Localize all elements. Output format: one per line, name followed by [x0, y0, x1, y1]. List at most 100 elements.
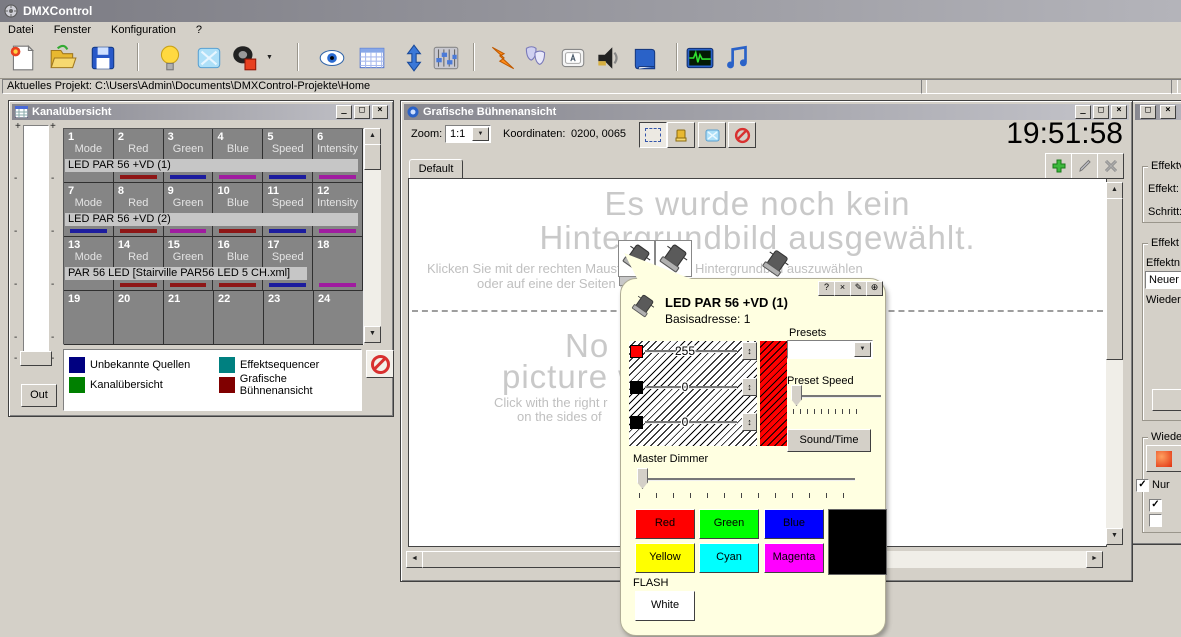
kanal-scrollbar[interactable]: ▲ ▼ [364, 128, 381, 343]
stage-scroll-left-icon[interactable]: ◄ [406, 551, 423, 568]
effects-titlebar[interactable]: □ × [1135, 104, 1181, 120]
audio-player-button-dropdown-icon[interactable]: ▼ [266, 54, 273, 61]
channel-cell-22[interactable]: 22 [214, 291, 264, 344]
save-project-button[interactable] [86, 41, 120, 74]
kanal-close-button[interactable]: × [372, 105, 388, 119]
preset-speed-handle[interactable] [791, 385, 802, 406]
channel-cell-21[interactable]: 21 [164, 291, 214, 344]
app-titlebar[interactable]: DMXControl [0, 0, 1181, 22]
kanal-scroll-thumb[interactable] [364, 144, 381, 170]
color-button-red[interactable]: Red [635, 509, 695, 539]
menu-item-help[interactable]: ? [196, 24, 202, 36]
stage-vscroll-thumb[interactable] [1106, 198, 1123, 360]
zoom-select[interactable]: 1:1 ▼ [445, 125, 491, 143]
channel-cell-4[interactable]: 4Blue [213, 129, 263, 182]
channel-cell-17[interactable]: 17Speed [263, 237, 313, 290]
audio-player-button[interactable] [228, 41, 262, 74]
channel-cell-13[interactable]: 13Mode [64, 237, 114, 290]
effect-name-input[interactable]: Neuer [1145, 271, 1181, 289]
channel-cell-8[interactable]: 8Red [114, 183, 164, 236]
sound-time-button[interactable]: Sound/Time [787, 429, 871, 452]
effects-maximize-button[interactable]: □ [1140, 105, 1156, 119]
color-button-green[interactable]: Green [699, 509, 759, 539]
edit-fixture-button[interactable] [1071, 153, 1098, 179]
channel-slider-3[interactable]: 0↕ [629, 413, 757, 432]
preset-speed-track[interactable] [799, 395, 881, 397]
master-dimmer-handle[interactable] [637, 468, 648, 489]
new-project-button[interactable] [5, 41, 39, 74]
delete-fixture-button[interactable] [1097, 153, 1124, 179]
channel-spinner[interactable]: ↕ [742, 378, 757, 396]
stage-blackout-button[interactable] [728, 122, 756, 148]
color-button-yellow[interactable]: Yellow [635, 543, 695, 573]
submaster-button[interactable] [397, 41, 431, 74]
freeze-button[interactable] [192, 41, 226, 74]
menu-item-datei[interactable]: Datei [8, 24, 34, 36]
popup-pin-button[interactable]: ✎ [850, 281, 867, 296]
stage-freeze-button[interactable] [698, 122, 726, 148]
kanal-minimize-button[interactable]: _ [336, 105, 352, 119]
channel-cell-24[interactable]: 24 [314, 291, 363, 344]
master-fader-handle[interactable] [20, 351, 52, 366]
stage-scroll-down-icon[interactable]: ▼ [1106, 528, 1123, 545]
option-checkbox-3[interactable] [1149, 514, 1162, 527]
fixture-tool-button[interactable] [667, 122, 695, 148]
option-checkbox-2[interactable]: ✓ [1149, 499, 1162, 512]
effect-action-button[interactable] [1152, 389, 1181, 411]
channel-cell-2[interactable]: 2Red [114, 129, 164, 182]
nur-checkbox[interactable]: ✓ [1136, 479, 1149, 492]
popup-move-button[interactable]: ⊕ [866, 281, 883, 296]
kanal-scroll-up-icon[interactable]: ▲ [364, 128, 381, 145]
channel-cell-12[interactable]: 12Intensity [313, 183, 363, 236]
channel-slider-1[interactable]: 255↕ [629, 342, 757, 361]
channel-cell-15[interactable]: 15Green [164, 237, 214, 290]
master-faders-button[interactable] [429, 41, 463, 74]
presets-select[interactable]: ▼ [787, 340, 873, 359]
fixture-3[interactable] [758, 247, 793, 280]
channel-cell-20[interactable]: 20 [114, 291, 164, 344]
popup-help-button[interactable]: ? [818, 281, 835, 296]
selection-tool-button[interactable] [639, 122, 667, 148]
effects-close-button[interactable]: × [1160, 105, 1176, 119]
channel-cell-19[interactable]: 19 [64, 291, 114, 344]
channel-spinner[interactable]: ↕ [742, 342, 757, 360]
menu-item-konfiguration[interactable]: Konfiguration [111, 24, 176, 36]
bulb-button[interactable] [153, 41, 187, 74]
channel-cell-11[interactable]: 11Speed [263, 183, 313, 236]
channel-slider-2[interactable]: 0↕ [629, 378, 757, 397]
channel-spinner[interactable]: ↕ [742, 413, 757, 431]
audio-button[interactable] [591, 41, 625, 74]
master-fader-track[interactable] [23, 125, 49, 365]
channel-cell-18[interactable]: 18 [313, 237, 363, 290]
command-monitor-button[interactable] [683, 41, 717, 74]
visual-preview-button[interactable] [315, 41, 349, 74]
color-button-blue[interactable]: Blue [764, 509, 824, 539]
channel-cell-16[interactable]: 16Blue [213, 237, 263, 290]
presets-dropdown-icon[interactable]: ▼ [854, 342, 871, 357]
channel-cell-7[interactable]: 7Mode [64, 183, 114, 236]
blackout-button[interactable] [366, 350, 394, 378]
channel-cell-10[interactable]: 10Blue [213, 183, 263, 236]
scene-library-button[interactable] [519, 41, 553, 74]
out-button[interactable]: Out [21, 384, 57, 407]
channel-cell-14[interactable]: 14Red [114, 237, 164, 290]
menu-item-fenster[interactable]: Fenster [54, 24, 91, 36]
color-button-white[interactable]: White [635, 591, 695, 621]
stage-scroll-right-icon[interactable]: ► [1086, 551, 1103, 568]
channel-cell-23[interactable]: 23 [264, 291, 314, 344]
stage-vscrollbar[interactable]: ▲ ▼ [1106, 182, 1123, 545]
channel-cell-6[interactable]: 6Intensity [313, 129, 363, 182]
color-swatch-black[interactable] [828, 509, 887, 575]
effect-sequencer-button[interactable] [486, 41, 520, 74]
master-dimmer-track[interactable] [643, 478, 855, 480]
channel-cell-1[interactable]: 1Mode [64, 129, 114, 182]
channel-cell-3[interactable]: 3Green [164, 129, 214, 182]
zoom-dropdown-icon[interactable]: ▼ [472, 127, 489, 141]
open-project-button[interactable] [46, 41, 80, 74]
kanal-scroll-down-icon[interactable]: ▼ [364, 326, 381, 343]
channel-overview-button[interactable] [355, 41, 389, 74]
manual-button[interactable] [628, 41, 662, 74]
sound-analyzer-button[interactable] [721, 41, 755, 74]
channel-cell-5[interactable]: 5Speed [263, 129, 313, 182]
color-button-cyan[interactable]: Cyan [699, 543, 759, 573]
